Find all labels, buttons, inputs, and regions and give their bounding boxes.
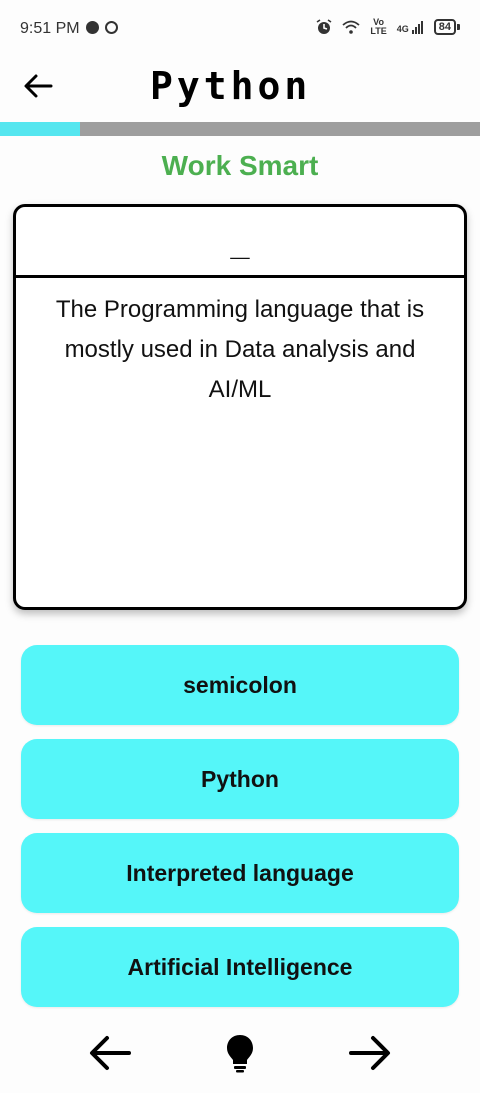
answer-slot: _	[16, 207, 464, 278]
question-text: The Programming language that is mostly …	[55, 296, 425, 403]
status-bar: 9:51 PM Vo LTE 4G 84	[0, 0, 480, 60]
messenger-icon	[86, 21, 99, 34]
section-subtitle: Work Smart	[161, 150, 319, 181]
wifi-icon	[342, 20, 360, 34]
progress-bar	[0, 122, 480, 136]
arrow-right-icon	[349, 1036, 390, 1070]
signal-4g-icon: 4G	[397, 20, 424, 34]
hint-button[interactable]	[216, 1029, 264, 1077]
answer-options: semicolon Python Interpreted language Ar…	[21, 645, 459, 1021]
status-right-icons: Vo LTE 4G 84	[316, 18, 460, 36]
page-title: Python	[150, 64, 312, 108]
notification-icon	[105, 21, 118, 34]
battery-indicator: 84	[433, 19, 460, 35]
status-left-icons	[86, 21, 118, 34]
option-button-artificial-intelligence[interactable]: Artificial Intelligence	[21, 927, 459, 1007]
back-button[interactable]	[20, 68, 56, 104]
volte-lte-label: LTE	[370, 26, 387, 36]
option-button-semicolon[interactable]: semicolon	[21, 645, 459, 725]
previous-button[interactable]	[86, 1029, 134, 1077]
bottom-nav	[0, 1025, 480, 1081]
next-button[interactable]	[346, 1029, 394, 1077]
battery-level: 84	[433, 19, 456, 35]
arrow-left-icon	[90, 1036, 131, 1070]
option-button-python[interactable]: Python	[21, 739, 459, 819]
status-time: 9:51 PM	[20, 20, 80, 37]
option-button-interpreted-language[interactable]: Interpreted language	[21, 833, 459, 913]
progress-bar-fill	[0, 122, 81, 136]
question-card: _ The Programming language that is mostl…	[13, 204, 467, 610]
top-app-bar: Python	[0, 60, 480, 120]
volte-icon: Vo LTE	[370, 18, 386, 36]
signal-bars-icon	[411, 21, 423, 34]
arrow-left-icon	[24, 74, 53, 98]
lightbulb-icon	[227, 1035, 253, 1073]
network-label: 4G	[396, 24, 409, 34]
battery-tip	[457, 24, 460, 30]
alarm-icon	[316, 19, 332, 34]
answer-blank: _	[230, 224, 250, 263]
